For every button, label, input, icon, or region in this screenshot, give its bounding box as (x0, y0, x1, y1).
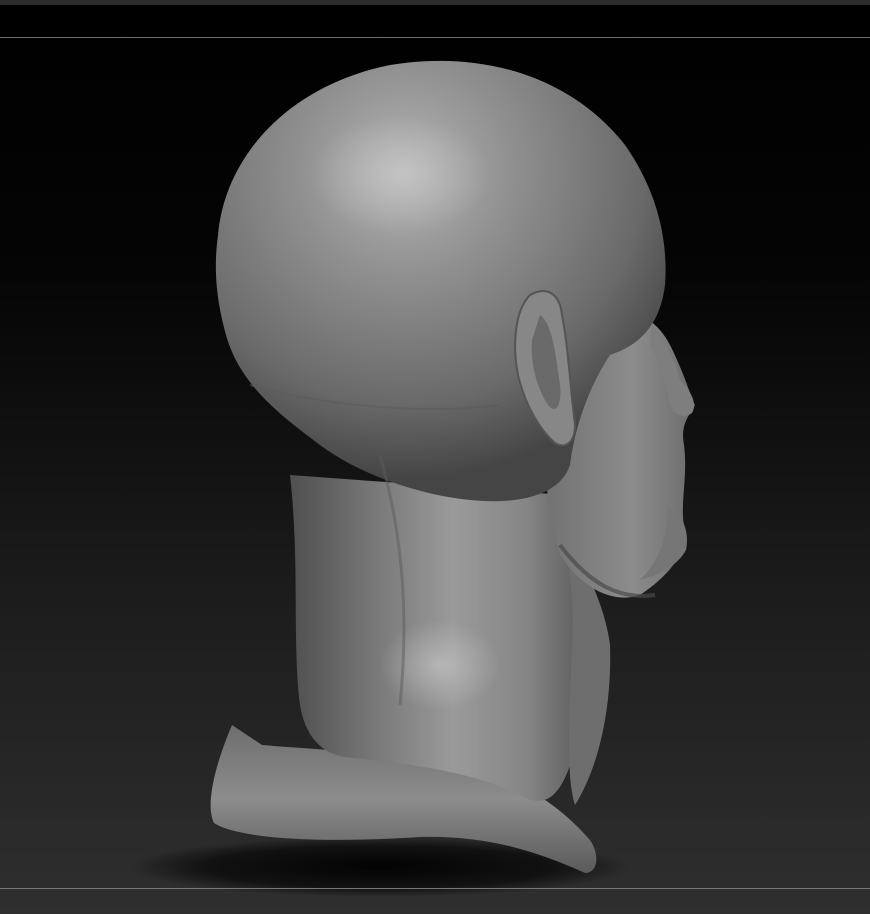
frame-border-bottom (0, 888, 870, 889)
sculpted-head-model[interactable] (0, 5, 870, 914)
sculpt-application (0, 0, 870, 914)
cranium-highlight (310, 115, 490, 235)
3d-viewport[interactable] (0, 5, 870, 914)
neck-highlight (380, 620, 500, 710)
